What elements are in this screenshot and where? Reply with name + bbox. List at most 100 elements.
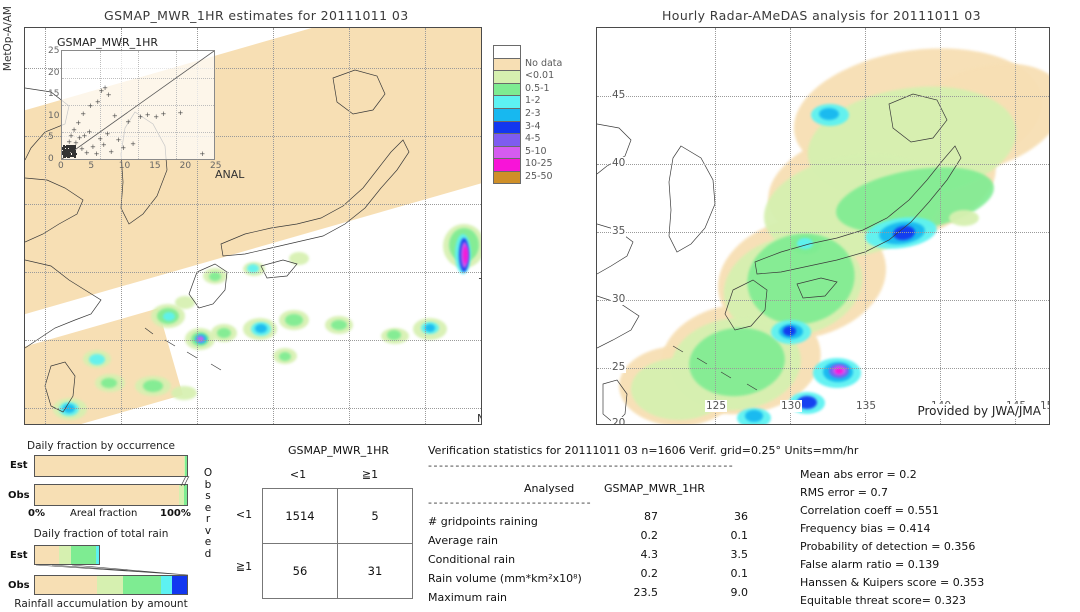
scatter-point: +: [84, 151, 90, 156]
gridline-vertical: [1015, 28, 1016, 424]
occurrence-axis-min: 0%: [28, 508, 45, 519]
stats-header: Verification statistics for 20111011 03 …: [428, 444, 858, 457]
gridline-horizontal: [597, 96, 1049, 97]
scatter-point: +: [120, 146, 126, 151]
legend-label: 4-5: [525, 133, 541, 146]
occurrence-obs-label: Obs: [8, 490, 30, 501]
bar-segment: [71, 546, 96, 564]
lon-tick-label: 130: [780, 400, 802, 412]
rain-cell: [331, 320, 347, 330]
gsmap-estimates-map[interactable]: + + + + + + + + + + + + + + + + + + + + + + + + + + + + + + + + + 25 20 15…: [24, 27, 482, 425]
bar-segment: [172, 576, 187, 594]
legend-swatch: [493, 133, 521, 146]
stats-row: # gridpoints raining 87 36: [428, 510, 778, 529]
observed-letter: s: [200, 491, 216, 503]
lat-tick-label: 45: [611, 89, 626, 101]
occurrence-axis-label: Areal fraction: [70, 508, 137, 519]
rain-cell: [463, 246, 468, 264]
rain-cell: [175, 296, 195, 309]
gridline-horizontal: [597, 300, 1049, 301]
legend-row: <0.01: [493, 70, 562, 83]
stats-row-label: Average rain: [428, 534, 498, 547]
inset-one-to-one-line: [62, 51, 214, 159]
legend-swatch: [493, 83, 521, 96]
legend-label: <0.01: [525, 70, 554, 83]
occurrence-connector-lines: [168, 476, 192, 486]
legend-row: 10-25: [493, 158, 562, 171]
rain-cell: [143, 380, 163, 392]
scatter-point: [64, 151, 66, 153]
scatter-point: +: [160, 112, 166, 117]
observed-letter: e: [200, 537, 216, 549]
score-row: Mean abs error = 0.2: [800, 468, 984, 486]
totalrain-chart-title: Daily fraction of total rain: [8, 528, 194, 540]
legend-swatch: [493, 121, 521, 134]
bar-segment: [185, 456, 187, 476]
score-row: False alarm ratio = 0.139: [800, 558, 984, 576]
score-row: RMS error = 0.7: [800, 486, 984, 504]
legend-label: 25-50: [525, 171, 553, 184]
contingency-col-header-0: <1: [262, 468, 334, 481]
rain-cell: [255, 324, 267, 333]
legend-row: 1-2: [493, 95, 562, 108]
legend-label: 10-25: [525, 158, 553, 171]
stats-rows-list: # gridpoints raining 87 36 Average rain 0.2 0…: [428, 510, 778, 605]
legend-swatch: [493, 70, 521, 83]
scatter-point: +: [178, 111, 184, 116]
legend-label: 2-3: [525, 108, 541, 121]
contingency-table: 1514 5 56 31: [262, 488, 413, 599]
contingency-row-header-1: ≧1: [232, 560, 256, 573]
cell-hit-miss-10: 56: [263, 544, 338, 599]
stats-value-analysed: 87: [618, 510, 658, 523]
rain-cell: [289, 252, 309, 265]
bar-segment: [35, 576, 97, 594]
scatter-inset-plot[interactable]: + + + + + + + + + + + + + + + + + + + + + + + + + + + + + + + + + 25 20 15…: [61, 50, 215, 160]
table-row: 1514 5: [263, 489, 413, 544]
inset-title: GSMAP_MWR_1HR: [57, 36, 158, 49]
radar-amedas-map[interactable]: 45403530252012513013514014515 Provided b…: [596, 27, 1050, 425]
inset-ytick: 5: [48, 132, 54, 142]
daily-fraction-total-rain-chart: Daily fraction of total rain Est Obs Rai…: [8, 528, 194, 612]
lat-tick-label: 35: [611, 225, 626, 237]
scatter-point: +: [199, 152, 205, 157]
stats-col-analysed: Analysed: [524, 482, 574, 495]
inset-xtick: 15: [149, 161, 160, 171]
gridline-vertical: [940, 28, 941, 424]
legend-swatch: [493, 158, 521, 171]
legend-swatch: [493, 108, 521, 121]
inset-xaxis-label: ANAL: [215, 168, 244, 181]
scatter-point: +: [112, 114, 118, 119]
gridline-vertical: [715, 28, 716, 424]
gridline-horizontal: [597, 424, 1049, 425]
inset-ytick: 0: [48, 154, 54, 164]
legend-row: [493, 45, 562, 58]
rain-cell: [217, 328, 231, 338]
sensor-label-right: TRMM/TMI: [477, 276, 482, 289]
stats-rule-mid: ------------------------------: [428, 496, 592, 509]
gridline-vertical: [1049, 28, 1050, 424]
stats-row: Average rain 0.2 0.1: [428, 529, 778, 548]
sensor-label-left: MetOp-A/AM: [2, 6, 14, 126]
observed-axis-label: Observed: [200, 468, 216, 560]
rain-cell: [285, 314, 303, 326]
contingency-title: GSMAP_MWR_1HR: [288, 444, 389, 457]
daily-fraction-occurrence-chart: Daily fraction by occurrence Est Obs 0% …: [8, 440, 194, 518]
stats-value-analysed: 23.5: [618, 586, 658, 599]
rain-cell: [387, 330, 401, 340]
stats-value-analysed: 0.2: [618, 567, 658, 580]
stats-row-label: Conditional rain: [428, 553, 515, 566]
scatter-point: +: [105, 132, 111, 137]
legend-label: No data: [525, 58, 562, 71]
stats-value-product: 3.5: [708, 548, 748, 561]
rain-cell: [171, 386, 197, 400]
inset-ytick: 10: [48, 111, 59, 121]
totalrain-connector-lines: [34, 564, 190, 576]
inset-xtick: 10: [119, 161, 130, 171]
stats-row: Rain volume (mm*km²x10⁸) 0.2 0.1: [428, 567, 778, 586]
lon-tick-label: 135: [855, 400, 877, 412]
bar-segment: [123, 576, 161, 594]
bar-segment: [35, 456, 184, 476]
rain-cell: [197, 336, 204, 342]
occurrence-est-bar: [34, 455, 188, 477]
scatter-point: +: [125, 120, 131, 125]
